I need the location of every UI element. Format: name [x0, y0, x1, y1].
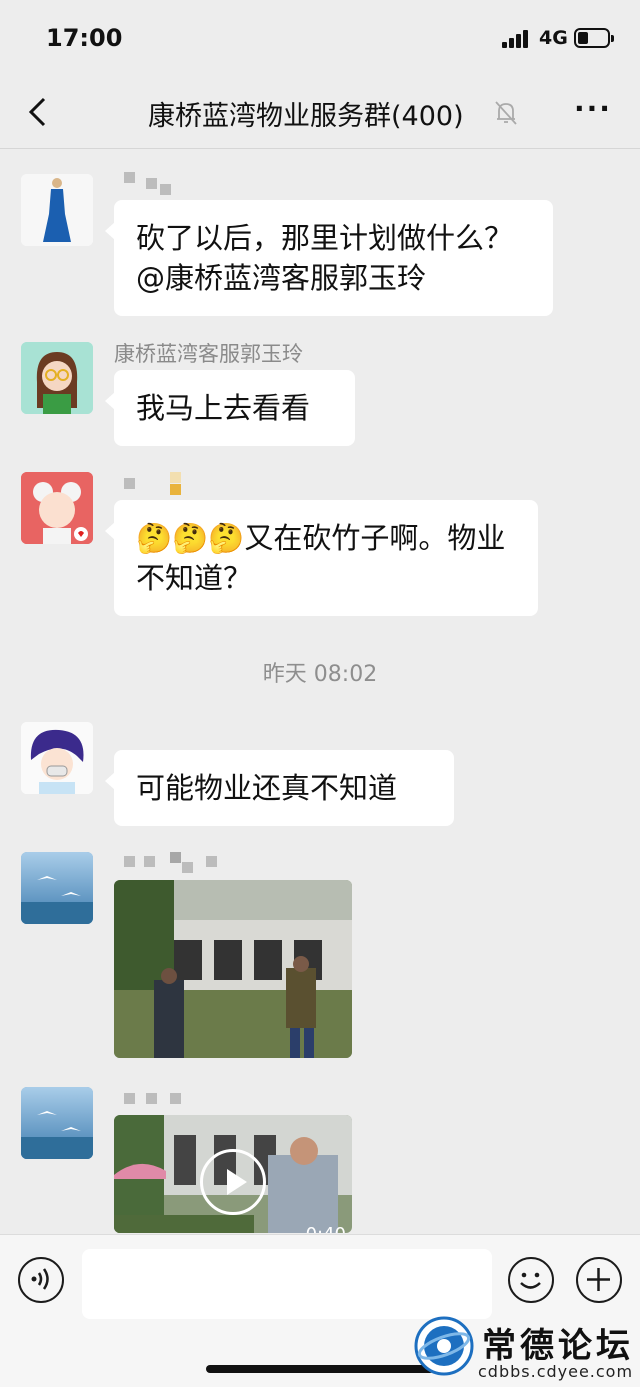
avatar[interactable] — [21, 472, 93, 544]
watermark: 常德论坛 cdbbs.cdyee.com — [414, 1310, 640, 1386]
plus-icon[interactable] — [576, 1257, 622, 1303]
status-bar: 17:00 4G — [0, 0, 640, 80]
watermark-name: 常德论坛 — [482, 1326, 634, 1366]
chat-image[interactable] — [114, 880, 352, 1058]
network-type: 4G — [539, 27, 568, 49]
message-bubble[interactable]: 我马上去看看 — [105, 370, 355, 446]
message-bubble[interactable]: 🤔🤔🤔又在砍竹子啊。物业不知道？ — [105, 500, 538, 616]
home-indicator — [206, 1365, 434, 1373]
voice-icon[interactable] — [18, 1257, 64, 1303]
message-bubble[interactable]: 可能物业还真不知道 — [105, 750, 454, 826]
more-dots-icon[interactable]: ··· — [574, 95, 610, 123]
avatar[interactable] — [21, 1087, 93, 1159]
chat-video[interactable]: 0:40 — [114, 1115, 352, 1233]
chat-title[interactable]: 康桥蓝湾物业服务群(400) — [148, 94, 464, 133]
chat-header: 康桥蓝湾物业服务群(400) ··· — [0, 80, 640, 149]
avatar[interactable] — [21, 722, 93, 794]
video-duration: 0:40 — [306, 1224, 346, 1233]
avatar[interactable] — [21, 852, 93, 924]
chevron-left-icon[interactable] — [22, 94, 58, 130]
message-input[interactable] — [82, 1249, 492, 1319]
emoji-icon[interactable] — [508, 1257, 554, 1303]
sender-name: 康桥蓝湾客服郭玉玲 — [114, 342, 303, 366]
avatar[interactable] — [21, 174, 93, 246]
play-icon[interactable] — [200, 1149, 266, 1215]
bell-off-icon — [495, 101, 517, 125]
message-bubble[interactable]: 砍了以后，那里计划做什么？@康桥蓝湾客服郭玉玲 — [105, 200, 553, 316]
signal-icon — [502, 30, 530, 48]
timestamp: 昨天 08:02 — [262, 662, 378, 687]
battery-icon — [574, 28, 614, 48]
watermark-logo — [414, 1316, 474, 1376]
watermark-url: cdbbs.cdyee.com — [478, 1362, 634, 1381]
avatar[interactable] — [21, 342, 93, 414]
status-time: 17:00 — [46, 24, 123, 52]
